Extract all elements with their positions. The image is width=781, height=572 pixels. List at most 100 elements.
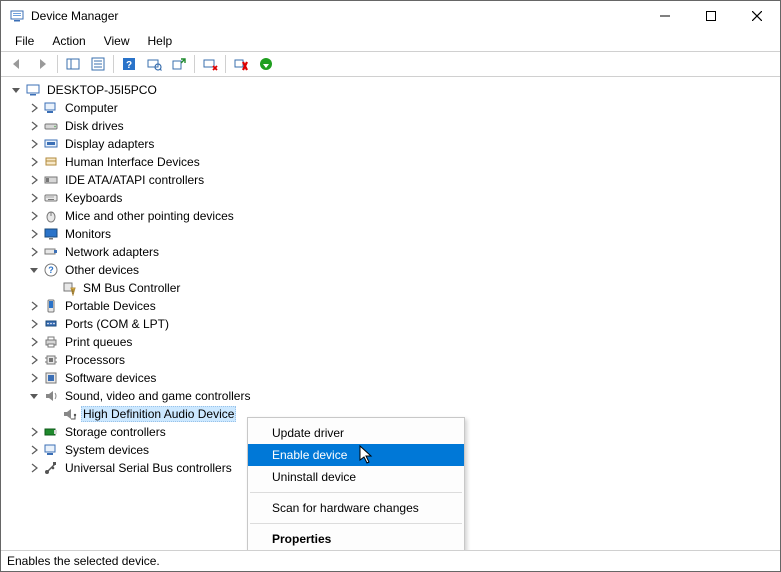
chevron-right-icon[interactable] [27, 353, 41, 367]
software-device-icon [43, 370, 59, 386]
tree-root-row[interactable]: DESKTOP-J5I5PCO [9, 81, 778, 99]
portable-device-icon [43, 298, 59, 314]
chevron-right-icon[interactable] [27, 227, 41, 241]
disk-icon [43, 118, 59, 134]
tree-category-row[interactable]: Monitors [27, 225, 778, 243]
chevron-right-icon[interactable] [27, 317, 41, 331]
tree-device-row[interactable]: ! SM Bus Controller [45, 279, 778, 297]
menu-view[interactable]: View [96, 33, 138, 49]
context-menu-properties[interactable]: Properties [248, 528, 464, 550]
tree-category-row[interactable]: Human Interface Devices [27, 153, 778, 171]
tree-item-label: Monitors [63, 227, 113, 241]
chevron-right-icon[interactable] [27, 245, 41, 259]
audio-device-icon [61, 406, 77, 422]
tree-category-row[interactable]: Network adapters [27, 243, 778, 261]
context-menu-uninstall-device[interactable]: Uninstall device [248, 466, 464, 488]
chevron-right-icon[interactable] [27, 371, 41, 385]
chevron-down-icon[interactable] [27, 263, 41, 277]
chevron-down-icon[interactable] [27, 389, 41, 403]
chevron-down-icon[interactable] [9, 83, 23, 97]
tree-category-row[interactable]: Ports (COM & LPT) [27, 315, 778, 333]
back-button[interactable] [5, 53, 29, 75]
toolbar-separator [57, 55, 58, 73]
menu-help[interactable]: Help [140, 33, 181, 49]
tree-item-label: Disk drives [63, 119, 126, 133]
tree-item-label: Human Interface Devices [63, 155, 202, 169]
chevron-right-icon[interactable] [27, 335, 41, 349]
tree-category-row[interactable]: Keyboards [27, 189, 778, 207]
tree-item-label: Display adapters [63, 137, 156, 151]
context-menu-update-driver[interactable]: Update driver [248, 422, 464, 444]
tree-category-row[interactable]: Disk drives [27, 117, 778, 135]
keyboard-icon [43, 190, 59, 206]
tree-item-label: Processors [63, 353, 127, 367]
context-menu-enable-device[interactable]: Enable device [248, 444, 464, 466]
context-menu-separator [250, 523, 462, 524]
toolbar: ? [1, 51, 780, 77]
tree-category-row[interactable]: Processors [27, 351, 778, 369]
chevron-right-icon[interactable] [27, 119, 41, 133]
ide-icon [43, 172, 59, 188]
tree-category-row[interactable]: Print queues [27, 333, 778, 351]
tree-item-label: SM Bus Controller [81, 281, 182, 295]
svg-text:?: ? [126, 60, 132, 71]
tree-item-label: Universal Serial Bus controllers [63, 461, 234, 475]
chevron-right-icon[interactable] [27, 443, 41, 457]
context-menu-scan-hardware[interactable]: Scan for hardware changes [248, 497, 464, 519]
properties-button[interactable] [86, 53, 110, 75]
chevron-right-icon[interactable] [27, 461, 41, 475]
tree-category-row[interactable]: Computer [27, 99, 778, 117]
chevron-right-icon[interactable] [27, 425, 41, 439]
tree-category-row[interactable]: Sound, video and game controllers [27, 387, 778, 405]
tree-category-row[interactable]: ? Other devices [27, 261, 778, 279]
toolbar-separator [113, 55, 114, 73]
help-button[interactable]: ? [117, 53, 141, 75]
tree-category-row[interactable]: Software devices [27, 369, 778, 387]
network-icon [43, 244, 59, 260]
show-hide-tree-button[interactable] [61, 53, 85, 75]
scan-hardware-button[interactable] [142, 53, 166, 75]
device-tree[interactable]: DESKTOP-J5I5PCO Computer [1, 77, 780, 551]
titlebar: Device Manager [1, 1, 780, 31]
tree-item-label: Software devices [63, 371, 158, 385]
chevron-right-icon[interactable] [27, 299, 41, 313]
tree-item-label: System devices [63, 443, 151, 457]
other-devices-icon: ? [43, 262, 59, 278]
chevron-right-icon[interactable] [27, 173, 41, 187]
tree-item-label: IDE ATA/ATAPI controllers [63, 173, 206, 187]
tree-item-label: Keyboards [63, 191, 124, 205]
tree-item-label: Storage controllers [63, 425, 168, 439]
enable-device-button[interactable] [254, 53, 278, 75]
status-text: Enables the selected device. [7, 554, 160, 568]
chevron-right-icon[interactable] [27, 191, 41, 205]
menu-action[interactable]: Action [44, 33, 93, 49]
disable-device-button[interactable] [229, 53, 253, 75]
context-menu: Update driver Enable device Uninstall de… [247, 417, 465, 551]
svg-text:?: ? [48, 265, 54, 275]
tree-root-label: DESKTOP-J5I5PCO [45, 83, 159, 97]
tree-category-row[interactable]: Mice and other pointing devices [27, 207, 778, 225]
tree-category-row[interactable]: IDE ATA/ATAPI controllers [27, 171, 778, 189]
tree-item-label: Print queues [63, 335, 134, 349]
update-driver-button[interactable] [167, 53, 191, 75]
chevron-right-icon[interactable] [27, 137, 41, 151]
toolbar-separator [194, 55, 195, 73]
close-button[interactable] [734, 1, 780, 31]
toolbar-separator [225, 55, 226, 73]
device-manager-window: Device Manager File Action View Help ? [0, 0, 781, 572]
uninstall-device-button[interactable] [198, 53, 222, 75]
tree-category-row[interactable]: Display adapters [27, 135, 778, 153]
chevron-right-icon[interactable] [27, 101, 41, 115]
hid-icon [43, 154, 59, 170]
maximize-button[interactable] [688, 1, 734, 31]
tree-item-label: Computer [63, 101, 120, 115]
display-adapter-icon [43, 136, 59, 152]
chevron-right-icon[interactable] [27, 155, 41, 169]
tree-item-label-selected: High Definition Audio Device [81, 406, 236, 422]
chevron-right-icon[interactable] [27, 209, 41, 223]
minimize-button[interactable] [642, 1, 688, 31]
menu-file[interactable]: File [7, 33, 42, 49]
ports-icon [43, 316, 59, 332]
forward-button[interactable] [30, 53, 54, 75]
tree-category-row[interactable]: Portable Devices [27, 297, 778, 315]
